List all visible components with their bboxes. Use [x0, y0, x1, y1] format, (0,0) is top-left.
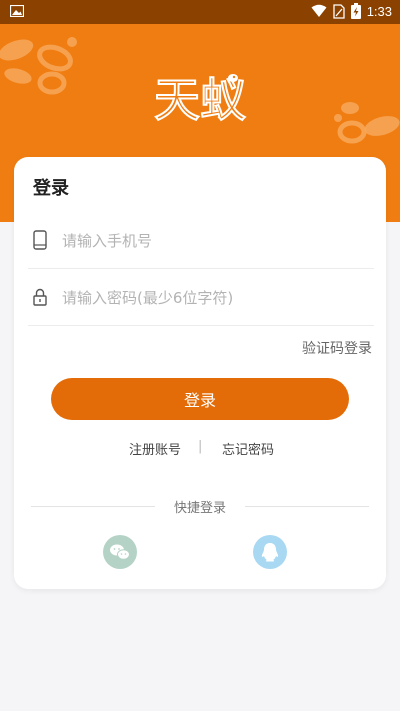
phone-field [28, 212, 374, 269]
sim-icon [333, 3, 345, 19]
phone-icon [33, 230, 47, 250]
qq-login-button[interactable] [253, 535, 287, 569]
login-card: 登录 验证码登录 登录 注册账号 | 忘记密码 快捷登录 [14, 157, 386, 589]
quick-login-divider: 快捷登录 [31, 497, 369, 516]
status-bar: 1:33 [0, 0, 400, 24]
login-title: 登录 [33, 178, 69, 199]
password-input[interactable] [60, 283, 364, 313]
password-field [28, 269, 374, 326]
wechat-login-button[interactable] [103, 535, 137, 569]
account-links: 注册账号 | 忘记密码 [14, 439, 386, 459]
lock-icon [33, 288, 47, 306]
register-link[interactable]: 注册账号 [129, 439, 181, 458]
login-button[interactable]: 登录 [51, 378, 349, 420]
ant-decoration-icon-right [334, 102, 400, 144]
wifi-icon [311, 4, 327, 17]
phone-input[interactable] [60, 226, 364, 256]
qq-icon [261, 543, 279, 562]
logo-graphic: 天蚁 [153, 72, 247, 126]
sms-login-link[interactable]: 验证码登录 [302, 338, 372, 358]
wechat-icon [110, 544, 130, 560]
divider-line-right [245, 506, 369, 507]
battery-charging-icon [350, 3, 361, 19]
status-time: 1:33 [366, 3, 392, 19]
forgot-password-link[interactable]: 忘记密码 [222, 439, 274, 458]
image-icon [10, 5, 24, 17]
link-separator: | [198, 439, 203, 454]
